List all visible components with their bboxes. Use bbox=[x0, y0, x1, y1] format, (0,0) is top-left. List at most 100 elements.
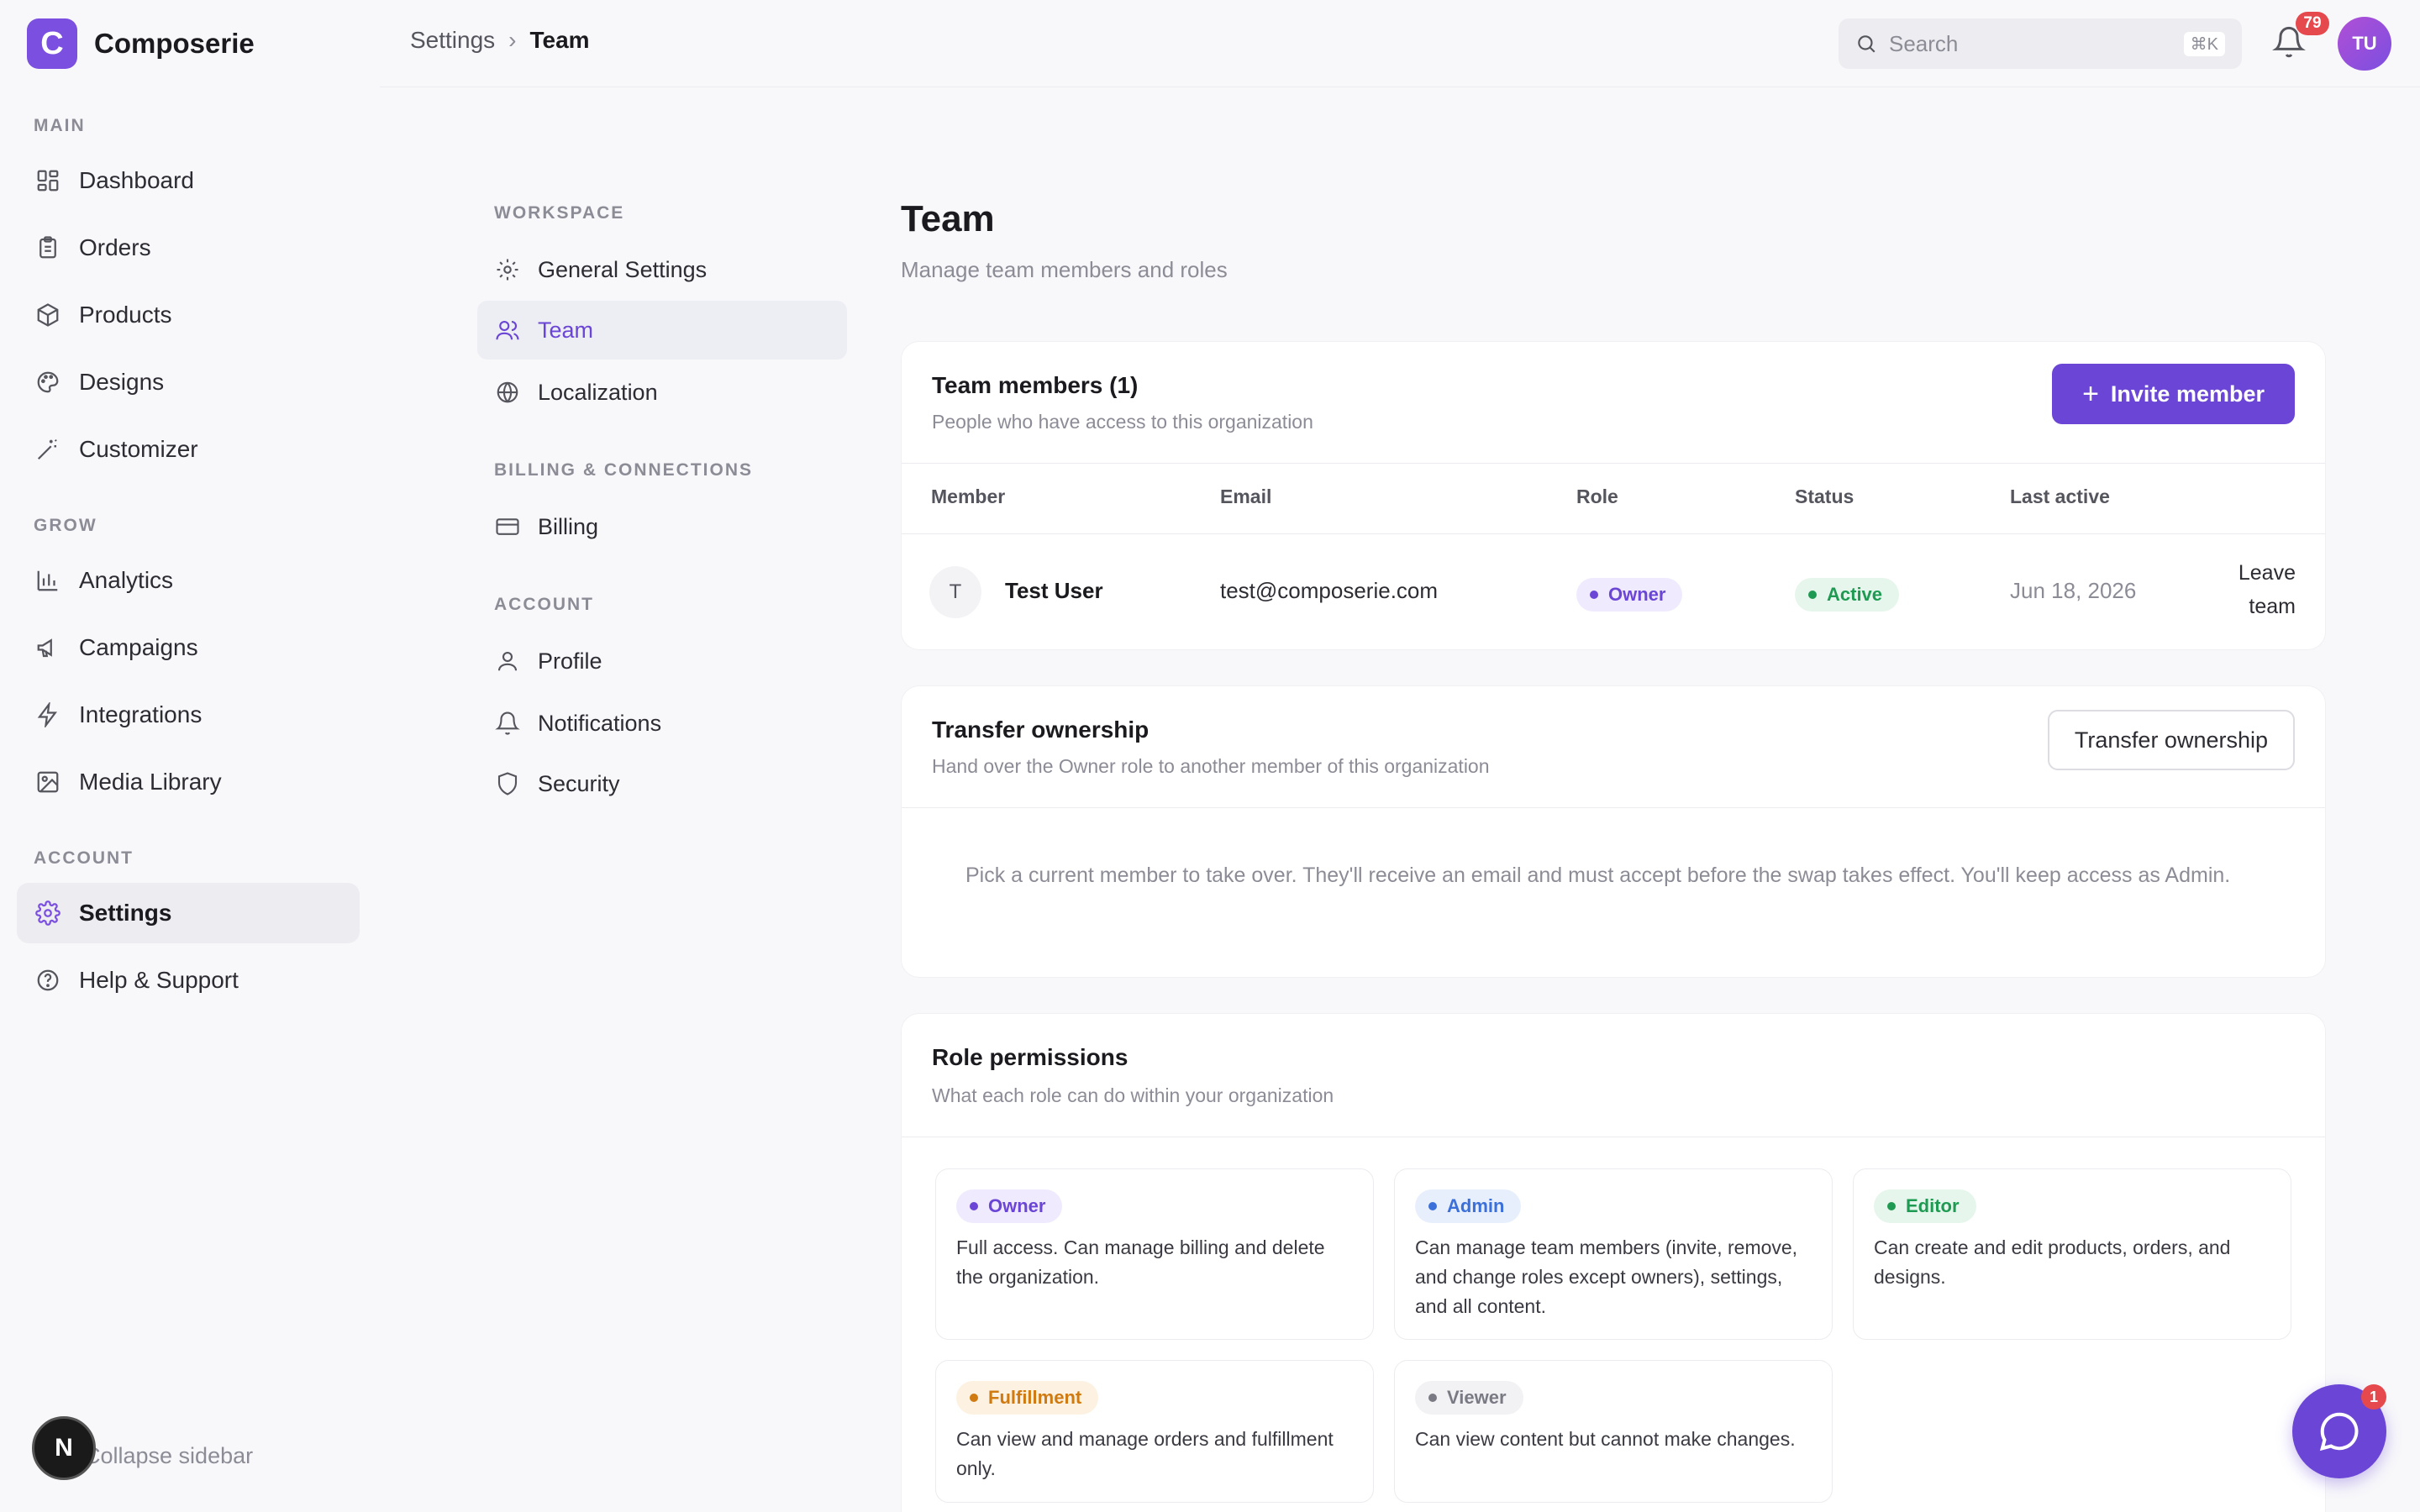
role-dot bbox=[970, 1202, 978, 1210]
role-card-viewer: Viewer Can view content but cannot make … bbox=[1394, 1360, 1833, 1503]
brand-name: Composerie bbox=[94, 28, 255, 59]
status-label: Active bbox=[1827, 584, 1883, 605]
card-title: Transfer ownership bbox=[932, 717, 1150, 743]
settings-nav-label: Profile bbox=[538, 648, 602, 674]
role-dot bbox=[1428, 1202, 1437, 1210]
nav-section-account: ACCOUNT bbox=[34, 848, 134, 868]
credit-card-icon bbox=[494, 513, 521, 540]
page-title: Team bbox=[901, 198, 995, 239]
column-header-member: Member bbox=[931, 486, 1006, 507]
member-name: Test User bbox=[1005, 578, 1103, 603]
sidebar-item-label: Designs bbox=[79, 369, 165, 395]
brand[interactable]: C Composerie bbox=[27, 18, 255, 69]
column-header-status: Status bbox=[1795, 486, 1854, 507]
role-name: Fulfillment bbox=[988, 1387, 1082, 1408]
role-badge: Admin bbox=[1415, 1189, 1522, 1223]
sidebar-item-designs[interactable]: Designs bbox=[17, 352, 360, 412]
user-avatar[interactable]: TU bbox=[2338, 17, 2391, 71]
transfer-description: Pick a current member to take over. They… bbox=[965, 864, 2231, 887]
settings-nav-notifications[interactable]: Notifications bbox=[477, 694, 847, 753]
sidebar-item-label: Analytics bbox=[79, 567, 174, 593]
member-avatar: T bbox=[929, 566, 981, 618]
role-dot bbox=[1590, 591, 1598, 599]
shield-icon bbox=[494, 770, 521, 797]
column-header-last-active: Last active bbox=[2010, 486, 2110, 507]
settings-nav-team[interactable]: Team bbox=[477, 301, 847, 360]
sidebar-item-label: Customizer bbox=[79, 436, 198, 462]
sidebar-item-customizer[interactable]: Customizer bbox=[17, 419, 360, 480]
settings-nav-general[interactable]: General Settings bbox=[477, 240, 847, 299]
role-dot bbox=[1428, 1394, 1437, 1402]
role-badge: Owner bbox=[956, 1189, 1063, 1223]
role-badge: Viewer bbox=[1415, 1381, 1523, 1415]
role-badge: Owner bbox=[1576, 578, 1683, 612]
settings-section-billing: BILLING & CONNECTIONS bbox=[494, 460, 753, 480]
invite-member-button[interactable]: + Invite member bbox=[2052, 364, 2295, 424]
search-input[interactable]: Search ⌘K bbox=[1839, 18, 2242, 69]
role-badge: Editor bbox=[1874, 1189, 1976, 1223]
sidebar-item-integrations[interactable]: Integrations bbox=[17, 685, 360, 745]
role-description: Full access. Can manage billing and dele… bbox=[956, 1236, 1325, 1288]
transfer-ownership-button[interactable]: Transfer ownership bbox=[2047, 710, 2295, 770]
sidebar-item-orders[interactable]: Orders bbox=[17, 218, 360, 278]
bolt-icon bbox=[34, 701, 62, 729]
status-dot bbox=[1808, 591, 1817, 599]
role-name: Owner bbox=[988, 1195, 1046, 1216]
search-shortcut: ⌘K bbox=[2183, 31, 2225, 56]
settings-nav-security[interactable]: Security bbox=[477, 754, 847, 813]
sidebar-item-analytics[interactable]: Analytics bbox=[17, 550, 360, 611]
settings-nav-profile[interactable]: Profile bbox=[477, 632, 847, 690]
settings-nav-localization[interactable]: Localization bbox=[477, 363, 847, 422]
sidebar-item-label: Settings bbox=[79, 900, 172, 926]
settings-nav-label: General Settings bbox=[538, 256, 708, 282]
nav-section-grow: GROW bbox=[34, 516, 97, 535]
topbar: Settings › Team Search ⌘K 79 TU bbox=[380, 0, 2420, 87]
role-name: Editor bbox=[1906, 1195, 1960, 1216]
sidebar-item-settings[interactable]: Settings bbox=[17, 883, 360, 943]
dev-tools-badge[interactable]: N bbox=[32, 1416, 96, 1480]
settings-nav-label: Security bbox=[538, 770, 620, 796]
role-label: Owner bbox=[1608, 584, 1666, 605]
breadcrumb: Settings › Team bbox=[410, 27, 590, 54]
role-description: Can manage team members (invite, remove,… bbox=[1415, 1236, 1798, 1317]
sidebar-item-dashboard[interactable]: Dashboard bbox=[17, 150, 360, 211]
box-icon bbox=[34, 301, 62, 329]
role-card-editor: Editor Can create and edit products, ord… bbox=[1853, 1168, 2291, 1340]
divider bbox=[902, 463, 2325, 464]
grid-icon bbox=[34, 166, 62, 195]
role-card-admin: Admin Can manage team members (invite, r… bbox=[1394, 1168, 1833, 1340]
sidebar-item-label: Campaigns bbox=[79, 634, 198, 660]
settings-section-account: ACCOUNT bbox=[494, 595, 594, 614]
leave-team-label-2: team bbox=[2249, 595, 2296, 618]
notification-count-badge: 79 bbox=[2296, 12, 2329, 35]
settings-nav-label: Localization bbox=[538, 379, 658, 405]
search-icon bbox=[1858, 35, 1876, 53]
sidebar-item-label: Products bbox=[79, 302, 172, 328]
sidebar-item-products[interactable]: Products bbox=[17, 285, 360, 345]
user-icon bbox=[494, 648, 521, 675]
settings-nav-billing[interactable]: Billing bbox=[477, 497, 847, 556]
role-dot bbox=[1887, 1202, 1896, 1210]
brand-logo: C bbox=[27, 18, 77, 69]
role-card-owner: Owner Full access. Can manage billing an… bbox=[935, 1168, 1374, 1340]
bar-chart-icon bbox=[34, 566, 62, 595]
role-description: Can view and manage orders and fulfillme… bbox=[956, 1428, 1334, 1479]
sidebar-item-label: Dashboard bbox=[79, 167, 194, 193]
breadcrumb-settings[interactable]: Settings bbox=[410, 27, 495, 54]
nav-section-main: MAIN bbox=[34, 116, 86, 135]
sidebar-item-campaigns[interactable]: Campaigns bbox=[17, 617, 360, 678]
sidebar-item-help[interactable]: Help & Support bbox=[17, 950, 360, 1011]
collapse-sidebar-label: Collapse sidebar bbox=[84, 1443, 254, 1468]
plus-icon: + bbox=[2082, 377, 2099, 410]
sidebar: C Composerie MAIN Dashboard Orders Produ… bbox=[0, 0, 378, 1512]
last-active: Jun 18, 2026 bbox=[2010, 578, 2137, 603]
leave-team-button[interactable]: Leave team bbox=[2218, 556, 2296, 623]
sidebar-item-label: Help & Support bbox=[79, 967, 239, 993]
search-placeholder: Search bbox=[1889, 30, 1959, 56]
wand-icon bbox=[34, 435, 62, 464]
status-badge: Active bbox=[1795, 578, 1900, 612]
sidebar-item-media-library[interactable]: Media Library bbox=[17, 752, 360, 812]
divider bbox=[902, 807, 2325, 808]
chevron-right-icon: › bbox=[508, 27, 517, 53]
role-description: Can view content but cannot make changes… bbox=[1415, 1428, 1796, 1450]
